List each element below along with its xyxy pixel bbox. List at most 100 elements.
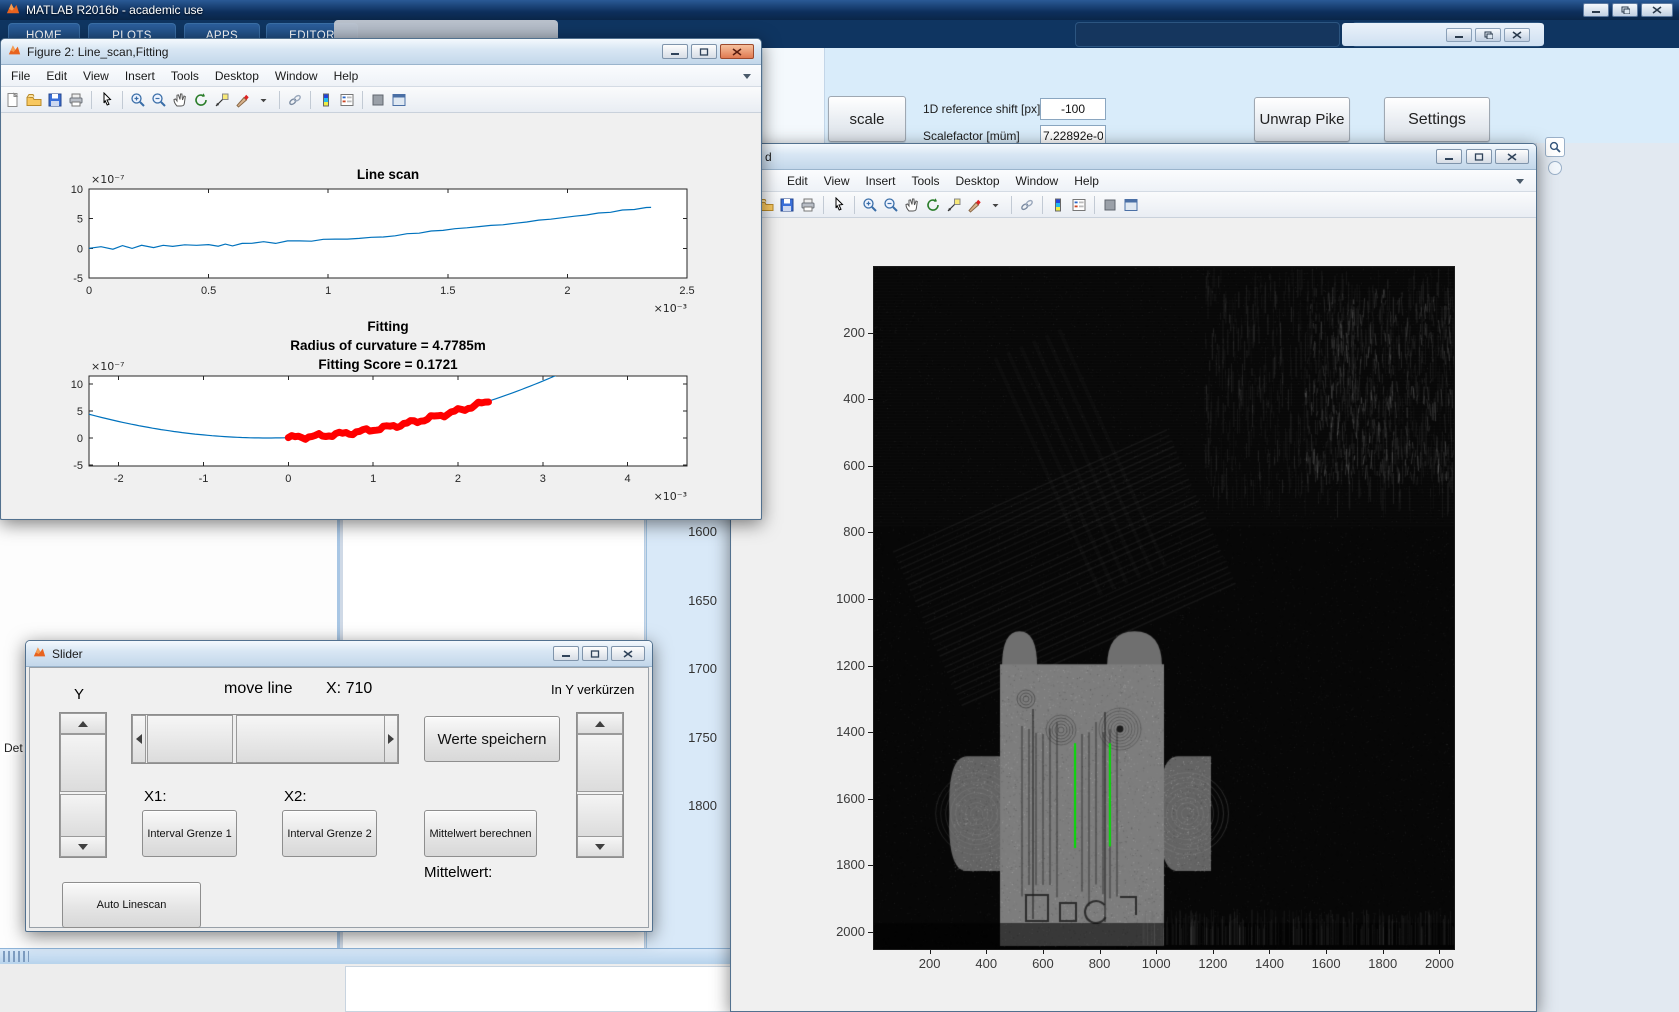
zoom-out-icon[interactable] [882, 196, 900, 214]
zoom-in-icon[interactable] [861, 196, 879, 214]
save-icon[interactable] [778, 196, 796, 214]
close-icon[interactable] [611, 646, 645, 661]
toolbar-separator [1094, 196, 1095, 214]
scroll-thumb[interactable] [60, 734, 106, 792]
figure2-menu-view[interactable]: View [75, 69, 117, 83]
scroll-up-icon[interactable] [60, 713, 106, 734]
zoom-in-icon[interactable] [129, 91, 147, 109]
data-cursor-icon[interactable] [213, 91, 231, 109]
dropdown-icon[interactable] [987, 196, 1005, 214]
y-slider[interactable] [59, 712, 107, 858]
scroll-down-icon[interactable] [577, 836, 623, 857]
zoom-out-icon[interactable] [150, 91, 168, 109]
dock-icon[interactable] [1548, 161, 1562, 175]
doc-close-button[interactable] [1504, 28, 1530, 42]
scroll-down-icon[interactable] [60, 836, 106, 857]
close-button[interactable] [1641, 3, 1673, 17]
window-frame-icon[interactable] [390, 91, 408, 109]
interval-grenze-1-button[interactable]: Interval Grenze 1 [142, 810, 237, 857]
image-menu-view[interactable]: View [816, 174, 858, 188]
scroll-track[interactable] [577, 794, 623, 837]
minimize-button[interactable] [553, 646, 579, 661]
scroll-track[interactable] [60, 794, 106, 837]
pan-hand-icon[interactable] [171, 91, 189, 109]
doc-restore-button[interactable] [1475, 28, 1501, 42]
brush-icon[interactable] [966, 196, 984, 214]
slider-thumb[interactable] [236, 715, 385, 763]
open-folder-icon[interactable] [25, 91, 43, 109]
print-icon[interactable] [799, 196, 817, 214]
dropdown-icon[interactable] [255, 91, 273, 109]
square-icon[interactable] [369, 91, 387, 109]
ref-shift-input[interactable] [1040, 98, 1106, 120]
colorbar-icon[interactable] [1049, 196, 1067, 214]
rotate-3d-icon[interactable] [924, 196, 942, 214]
menu-overflow-icon[interactable] [743, 74, 751, 79]
image-menu-tools[interactable]: Tools [904, 174, 948, 188]
figure2-menu-window[interactable]: Window [267, 69, 326, 83]
restore-button[interactable] [1612, 3, 1638, 17]
figure2-menu-desktop[interactable]: Desktop [207, 69, 267, 83]
cursor-icon[interactable] [98, 91, 116, 109]
scalefactor-label: Scalefactor [müm] [923, 129, 1020, 143]
close-icon[interactable] [1495, 149, 1529, 164]
image-menu-insert[interactable]: Insert [857, 174, 903, 188]
rotate-3d-icon[interactable] [192, 91, 210, 109]
colorbar-icon[interactable] [317, 91, 335, 109]
figure2-menu-insert[interactable]: Insert [117, 69, 163, 83]
figure2-titlebar[interactable]: Figure 2: Line_scan,Fitting [1, 39, 761, 65]
interval-grenze-2-button[interactable]: Interval Grenze 2 [282, 810, 377, 857]
window-frame-icon[interactable] [1122, 196, 1140, 214]
image-menu-help[interactable]: Help [1066, 174, 1107, 188]
save-icon[interactable] [46, 91, 64, 109]
slider-titlebar[interactable]: Slider [26, 641, 652, 667]
close-icon[interactable] [720, 44, 754, 59]
link-plots-icon[interactable] [286, 91, 304, 109]
scroll-up-icon[interactable] [577, 713, 623, 734]
menu-overflow-icon[interactable] [1516, 179, 1524, 184]
link-plots-icon[interactable] [1018, 196, 1036, 214]
save-values-button[interactable]: Werte speichern [424, 716, 560, 762]
brush-icon[interactable] [234, 91, 252, 109]
minimize-button[interactable] [1436, 149, 1462, 164]
image-x-tick: 200 [908, 956, 952, 971]
svg-text:0: 0 [77, 433, 83, 445]
maximize-button[interactable] [1466, 149, 1492, 164]
maximize-button[interactable] [582, 646, 608, 661]
scroll-left-icon[interactable] [132, 715, 146, 763]
minimize-button[interactable] [662, 44, 688, 59]
slider-segment[interactable] [147, 715, 233, 763]
auto-linescan-button[interactable]: Auto Linescan [62, 882, 201, 928]
print-icon[interactable] [67, 91, 85, 109]
image-menu-edit[interactable]: Edit [779, 174, 816, 188]
minimize-button[interactable] [1583, 3, 1609, 17]
doc-minimize-button[interactable] [1446, 28, 1472, 42]
scale-button[interactable]: scale [828, 96, 906, 142]
figure2-menu-edit[interactable]: Edit [38, 69, 75, 83]
shorten-y-slider[interactable] [576, 712, 624, 858]
image-menu-desktop[interactable]: Desktop [948, 174, 1008, 188]
legend-icon[interactable] [338, 91, 356, 109]
cursor-icon[interactable] [830, 196, 848, 214]
data-cursor-icon[interactable] [945, 196, 963, 214]
unwrap-pike-button[interactable]: Unwrap Pike [1254, 97, 1350, 142]
maximize-button[interactable] [691, 44, 717, 59]
new-document-icon[interactable] [4, 91, 22, 109]
image-figure-titlebar[interactable]: d [731, 144, 1536, 170]
bottom-grip-bar[interactable] [0, 948, 731, 964]
square-icon[interactable] [1101, 196, 1119, 214]
mittelwert-berechnen-button[interactable]: Mittelwert berechnen [424, 810, 537, 857]
scroll-thumb[interactable] [577, 734, 623, 792]
pan-hand-icon[interactable] [903, 196, 921, 214]
legend-icon[interactable] [1070, 196, 1088, 214]
image-y-tick: 1600 [819, 791, 865, 806]
figure2-menu-tools[interactable]: Tools [163, 69, 207, 83]
phase-image-plot[interactable] [873, 266, 1455, 950]
image-menu-window[interactable]: Window [1008, 174, 1067, 188]
search-icon[interactable] [1545, 137, 1565, 157]
figure2-menu-help[interactable]: Help [326, 69, 367, 83]
settings-button[interactable]: Settings [1384, 97, 1490, 142]
scroll-right-icon[interactable] [384, 715, 398, 763]
figure2-menu-file[interactable]: File [3, 69, 38, 83]
move-line-slider[interactable] [131, 714, 399, 764]
